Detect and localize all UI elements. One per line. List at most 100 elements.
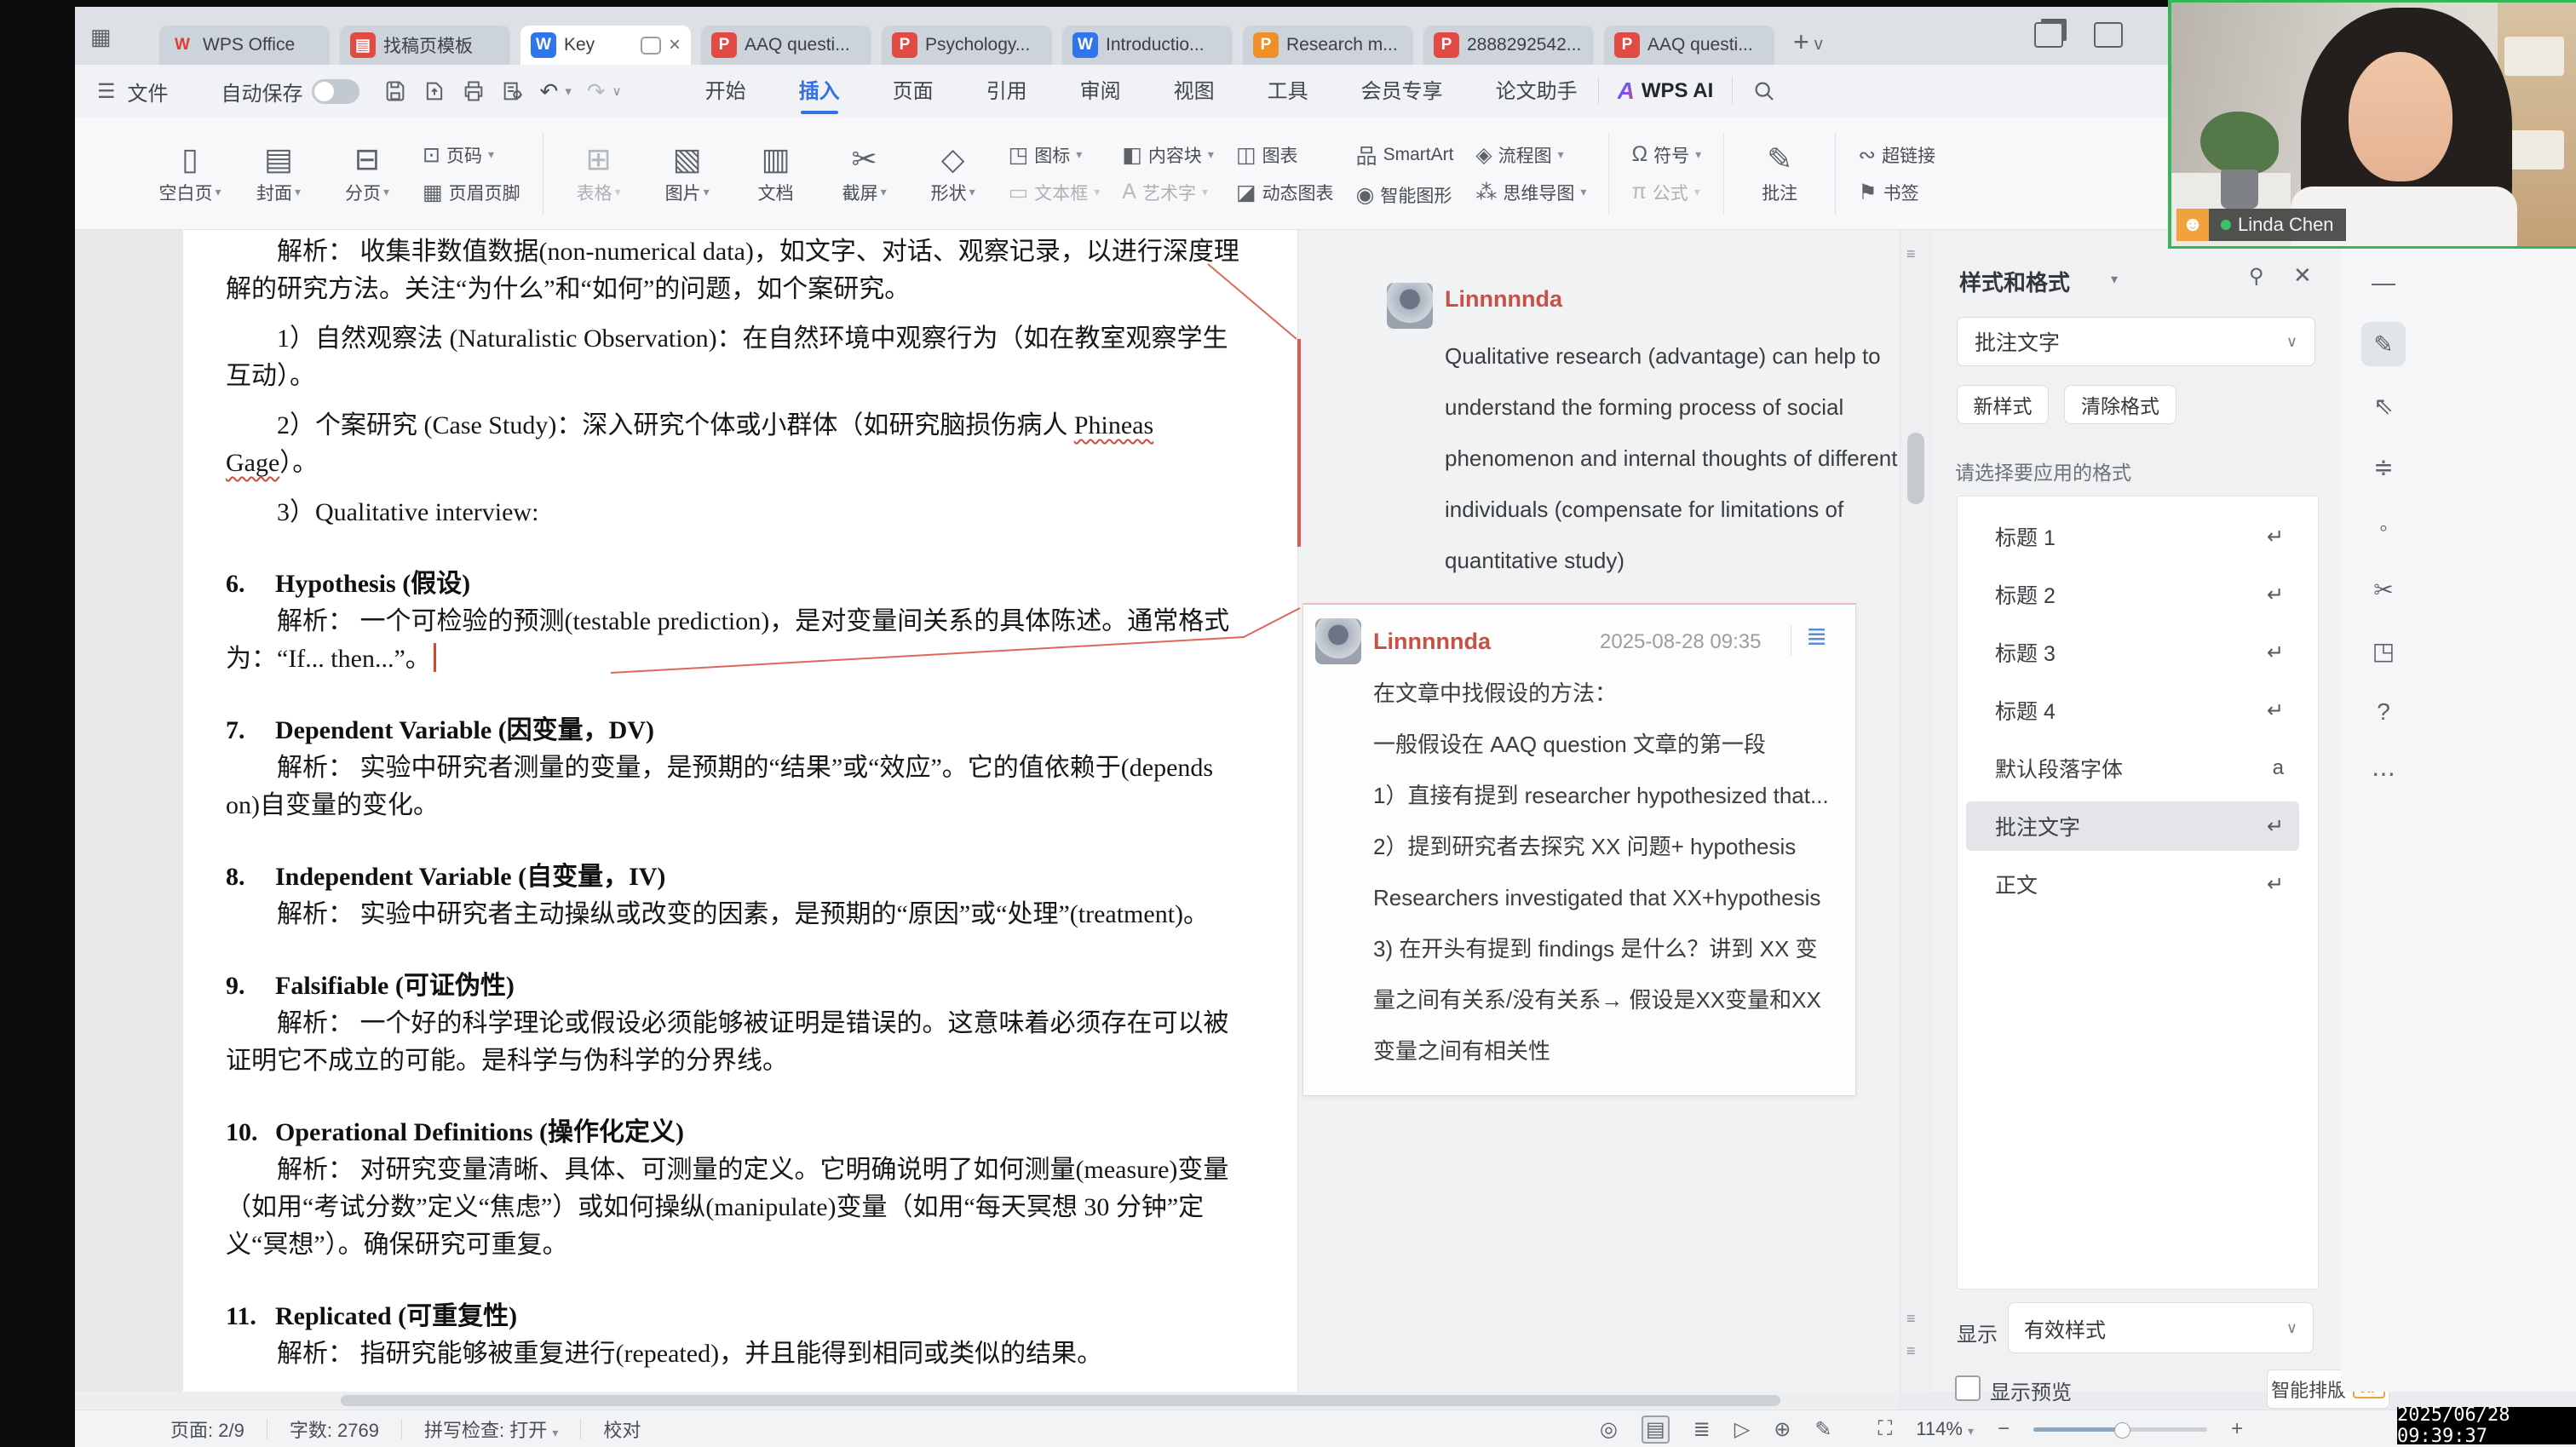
comment-card[interactable]: Linnnnnda2025-08-28 09:35≣在文章中找假设的方法：一般假… [1302,603,1856,1096]
ribbon-blank-page-button[interactable]: ▯空白页▾ [157,142,223,205]
style-item-批注文字[interactable]: 批注文字↵ [1966,801,2299,851]
edit-mode-icon[interactable]: ✎ [1814,1417,1831,1442]
menu-tab-论文助手[interactable]: 论文助手 [1494,71,1579,112]
style-item-正文[interactable]: 正文↵ [1966,859,2299,909]
pin-icon[interactable]: ⚲ [2249,264,2264,289]
close-panel-icon[interactable]: ✕ [2293,262,2312,289]
zoom-slider[interactable] [2033,1427,2207,1432]
print-preview-icon[interactable] [501,79,525,103]
scrollbar-thumb[interactable] [1907,433,1924,504]
ribbon-picture-button[interactable]: ▧图片▾ [654,142,721,205]
browser-tab-5[interactable]: PPsychology... [882,26,1052,65]
ribbon-header-footer-button[interactable]: ▦页眉页脚 [423,180,520,205]
ribbon-flowchart-button[interactable]: ◈流程图▾ [1475,142,1586,168]
read-mode-icon[interactable]: ▷ [1734,1417,1750,1442]
ribbon-new-document-button[interactable]: ▥文档 [743,142,809,205]
web-view-icon[interactable]: ⊕ [1774,1417,1791,1442]
comments-scrollbar[interactable]: ≡ ≡ ≡ [1900,230,1934,1392]
select-cursor-icon[interactable]: ⇖ [2361,383,2406,428]
maximize-icon[interactable] [2094,22,2123,48]
browser-tab-3[interactable]: WKey× [520,26,691,65]
style-item-标题 1[interactable]: 标题 1↵ [1966,512,2299,561]
tab-list-arrow-icon[interactable]: v [1814,35,1823,55]
ribbon-smartart-button[interactable]: 品SmartArt [1356,140,1454,170]
ribbon-comment-button[interactable]: ✎批注 [1746,142,1813,205]
fit-page-icon[interactable]: ⛶ [1877,1417,1892,1441]
webcam-video-overlay[interactable]: ☻ Linda Chen [2168,0,2576,249]
menu-tab-视图[interactable]: 视图 [1172,71,1216,112]
zoom-slider-handle[interactable] [2114,1422,2130,1438]
ribbon-page-break-button[interactable]: ⊟分页▾ [334,142,400,205]
adjust-sliders-icon[interactable]: ≑ [2361,445,2406,489]
zoom-out-icon[interactable]: − [1998,1417,2010,1441]
chat-bubble-icon[interactable] [641,37,661,55]
tag-tool-icon[interactable]: ◳ [2361,629,2406,673]
browser-tab-7[interactable]: PResearch m... [1243,26,1413,65]
app-launcher-icon[interactable]: ▦ [90,24,112,50]
search-icon[interactable] [1751,78,1777,104]
help-icon[interactable]: ? [2361,690,2406,734]
export-icon[interactable] [423,79,446,103]
ribbon-symbol-omega-button[interactable]: Ω符号▾ [1631,142,1701,168]
spellcheck-status[interactable]: 拼写检查: 打开 ▾ [424,1415,558,1443]
ribbon-hyperlink-button[interactable]: ∾超链接 [1858,142,1935,168]
ribbon-screenshot-button[interactable]: ✂截屏▾ [831,142,898,205]
new-tab-button[interactable]: + [1793,26,1809,58]
ribbon-bookmark-button[interactable]: ⚑书签 [1858,180,1935,205]
undo-icon[interactable]: ↶ [540,78,559,105]
wps-ai-button[interactable]: AWPS AI [1618,78,1714,105]
browser-tab-4[interactable]: PAAQ questi... [701,26,871,65]
browser-tab-6[interactable]: WIntroductio... [1062,26,1233,65]
share-nodes-icon[interactable]: ◦ [2361,506,2406,550]
hamburger-menu-icon[interactable]: ☰ [97,79,116,104]
browser-tab-1[interactable]: WWPS Office [159,26,330,65]
comment-text[interactable]: 在文章中找假设的方法：一般假设在 AAQ question 文章的第一段1）直接… [1373,668,1833,1077]
more-options-icon[interactable]: ⋯ [2361,751,2406,795]
browser-tab-8[interactable]: P2888292542... [1423,26,1594,65]
zoom-level[interactable]: 114% ▾ [1916,1418,1974,1440]
style-item-标题 4[interactable]: 标题 4↵ [1966,686,2299,735]
panel-title-arrow-icon[interactable]: ▾ [2111,271,2118,288]
strip-bottom-icon-1[interactable]: ≡ [1906,1310,1916,1328]
show-styles-dropdown[interactable]: 有效样式∨ [2008,1302,2314,1353]
file-menu[interactable]: 文件 [128,77,169,106]
print-icon[interactable] [462,79,486,103]
ribbon-page-number-button[interactable]: ⊡页码▾ [423,142,520,168]
style-item-默认段落字体[interactable]: 默认段落字体a [1966,744,2299,793]
proofread-button[interactable]: 校对 [603,1415,641,1443]
current-style-dropdown[interactable]: 批注文字∨ [1957,317,2315,366]
menu-tab-开始[interactable]: 开始 [704,71,748,112]
ribbon-content-block-button[interactable]: ◧内容块▾ [1122,142,1214,168]
browser-tab-2[interactable]: ▤找稿页模板 [340,26,510,65]
switch-window-icon[interactable] [2034,22,2063,48]
redo-icon[interactable]: ↷ [587,78,606,105]
horizontal-scrollbar[interactable] [75,1392,1900,1410]
edit-pen-icon[interactable]: ✎ [2361,322,2406,366]
menu-tab-页面[interactable]: 页面 [891,71,935,112]
clear-format-button[interactable]: 清除格式 [2064,385,2176,424]
comment-options-icon[interactable]: ≣ [1806,622,1827,652]
autosave-toggle[interactable] [312,79,359,104]
comment-text[interactable]: Qualitative research (advantage) can hel… [1445,330,1900,586]
clip-tool-icon[interactable]: ✂ [2361,567,2406,612]
close-tab-icon[interactable]: × [669,33,681,57]
page-view-icon[interactable]: ▤ [1642,1415,1670,1444]
ribbon-dynamic-chart-button[interactable]: ◪动态图表 [1236,180,1334,205]
ribbon-icon-library-button[interactable]: ◳图标▾ [1009,142,1101,168]
hscroll-thumb[interactable] [341,1395,1780,1406]
ribbon-chart-button[interactable]: ◫图表 [1236,142,1334,168]
show-preview-checkbox[interactable] [1955,1375,1981,1401]
ribbon-smart-shape-button[interactable]: ◉智能图形 [1356,182,1454,208]
menu-tab-审阅[interactable]: 审阅 [1078,71,1123,112]
strip-bottom-icon-2[interactable]: ≡ [1906,1342,1916,1360]
style-item-标题 3[interactable]: 标题 3↵ [1966,628,2299,677]
browser-tab-9[interactable]: PAAQ questi... [1604,26,1774,65]
ribbon-cover-page-button[interactable]: ▤封面▾ [245,142,312,205]
menu-tab-会员专享[interactable]: 会员专享 [1360,71,1445,112]
ribbon-mind-map-button[interactable]: ⁂思维导图▾ [1475,180,1586,205]
collapse-pane-icon[interactable]: ≡ [1906,245,1916,263]
presentation-view-icon[interactable]: ◎ [1600,1417,1618,1442]
menu-tab-插入[interactable]: 插入 [797,71,842,112]
outline-view-icon[interactable]: ≣ [1693,1417,1711,1442]
style-item-标题 2[interactable]: 标题 2↵ [1966,570,2299,619]
